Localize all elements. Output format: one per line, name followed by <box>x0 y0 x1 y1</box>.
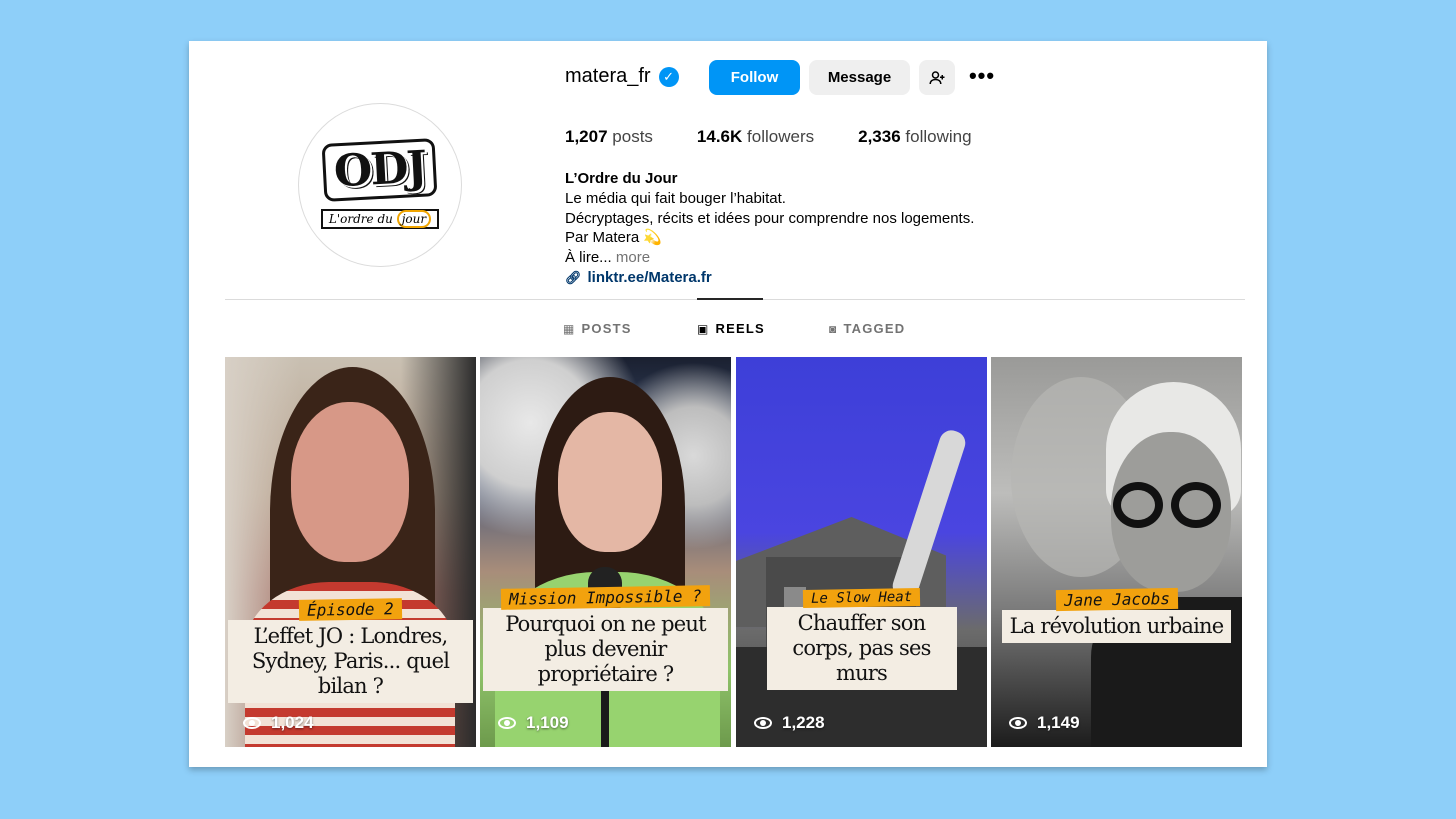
reel-item[interactable]: Jane Jacobs La révolution urbaine 1,149 <box>991 357 1242 747</box>
reel-3-tag: Le Slow Heat <box>802 587 921 609</box>
profile-card: ODJ L'ordre du jour matera_fr ✓ Follow M… <box>189 41 1267 767</box>
reel-3-views: 1,228 <box>754 713 825 733</box>
tab-tagged-label: TAGGED <box>843 321 906 336</box>
reel-1-tag: Épisode 2 <box>298 598 403 621</box>
grid-icon: ▦ <box>563 321 576 336</box>
reel-1-face <box>291 402 409 562</box>
stat-posts-value: 1,207 <box>565 127 608 146</box>
eye-icon <box>498 717 516 729</box>
profile-tabs: ▦ POSTS ▣ REELS ◙ TAGGED <box>189 321 1267 341</box>
reel-2-view-count: 1,109 <box>526 713 569 732</box>
stat-following-value: 2,336 <box>858 127 901 146</box>
reel-3-view-count: 1,228 <box>782 713 825 732</box>
follow-button[interactable]: Follow <box>709 60 800 95</box>
reel-4-caption: Jane Jacobs La révolution urbaine <box>991 587 1242 643</box>
stat-posts[interactable]: 1,207 posts <box>565 127 653 147</box>
reel-4-view-count: 1,149 <box>1037 713 1080 732</box>
reel-2-title: Pourquoi on ne peut plus devenir proprié… <box>483 608 728 691</box>
reels-icon: ▣ <box>697 321 710 336</box>
eye-icon <box>1009 717 1027 729</box>
stat-followers-label: followers <box>747 127 815 146</box>
logo-subtitle: L'ordre du jour <box>320 209 440 229</box>
reel-2-face <box>558 412 662 552</box>
profile-avatar[interactable]: ODJ L'ordre du jour <box>298 103 462 267</box>
reel-4-glasses-left <box>1113 482 1163 528</box>
tab-posts[interactable]: ▦ POSTS <box>563 321 632 336</box>
tagged-icon: ◙ <box>829 321 838 336</box>
eye-icon <box>243 717 261 729</box>
stat-following[interactable]: 2,336 following <box>858 127 971 147</box>
reel-3-caption: Le Slow Heat Chauffer son corps, pas ses… <box>736 587 987 690</box>
link-icon: 🔗︎ <box>565 269 582 285</box>
verified-badge-icon: ✓ <box>658 66 679 87</box>
bio-name: L’Ordre du Jour <box>565 170 678 187</box>
reel-item[interactable]: Épisode 2 L’effet JO : Londres, Sydney, … <box>225 357 476 747</box>
add-user-icon <box>929 70 945 84</box>
more-options-icon[interactable]: ••• <box>969 63 995 89</box>
reel-4-title: La révolution urbaine <box>1001 610 1232 643</box>
reel-4-tag: Jane Jacobs <box>1055 587 1178 612</box>
reel-4-glasses-right <box>1171 482 1221 528</box>
reel-2-caption: Mission Impossible ? Pourquoi on ne peut… <box>480 585 731 691</box>
bio-more-link[interactable]: more <box>616 249 650 266</box>
reel-4-views: 1,149 <box>1009 713 1080 733</box>
bio-line-3: Par Matera 💫 <box>565 229 663 247</box>
stat-followers[interactable]: 14.6K followers <box>697 127 814 147</box>
reel-2-views: 1,109 <box>498 713 569 733</box>
profile-stats: 1,207 posts 14.6K followers 2,336 follow… <box>565 127 1016 147</box>
bio-line-4: À lire... more <box>565 248 974 268</box>
bio-link-text: linktr.ee/Matera.fr <box>587 268 712 286</box>
reel-1-views: 1,024 <box>243 713 314 733</box>
tab-reels-label: REELS <box>715 321 765 336</box>
logo-subtitle-highlight: jour <box>396 210 432 228</box>
profile-username-row: matera_fr ✓ <box>565 65 679 88</box>
reel-3-title: Chauffer son corps, pas ses murs <box>766 607 957 690</box>
tab-reels[interactable]: ▣ REELS <box>697 321 765 336</box>
message-button[interactable]: Message <box>809 60 910 95</box>
logo-mark: ODJ <box>321 138 439 202</box>
active-tab-indicator <box>697 298 763 300</box>
add-user-button[interactable] <box>919 60 955 95</box>
profile-bio: L’Ordre du Jour Le média qui fait bouger… <box>565 169 974 288</box>
bio-line-2: Décryptages, récits et idées pour compre… <box>565 209 975 227</box>
stat-following-label: following <box>905 127 972 146</box>
stat-posts-label: posts <box>612 127 653 146</box>
eye-icon <box>754 717 772 729</box>
reel-1-caption: Épisode 2 L’effet JO : Londres, Sydney, … <box>225 598 476 703</box>
username: matera_fr <box>565 65 651 87</box>
tab-posts-label: POSTS <box>581 321 632 336</box>
tab-tagged[interactable]: ◙ TAGGED <box>829 321 905 336</box>
reel-2-tag: Mission Impossible ? <box>501 585 710 610</box>
logo-subtitle-pre: L'ordre du <box>328 212 393 226</box>
reel-1-title: L’effet JO : Londres, Sydney, Paris... q… <box>228 620 473 703</box>
reel-item[interactable]: Le Slow Heat Chauffer son corps, pas ses… <box>736 357 987 747</box>
reel-item[interactable]: Mission Impossible ? Pourquoi on ne peut… <box>480 357 731 747</box>
bio-line-4-prefix: À lire... <box>565 249 612 267</box>
stat-followers-value: 14.6K <box>696 127 743 146</box>
reel-1-view-count: 1,024 <box>271 713 314 732</box>
bio-external-link[interactable]: 🔗︎ linktr.ee/Matera.fr <box>565 268 974 288</box>
bio-line-1: Le média qui fait bouger l’habitat. <box>565 189 786 207</box>
